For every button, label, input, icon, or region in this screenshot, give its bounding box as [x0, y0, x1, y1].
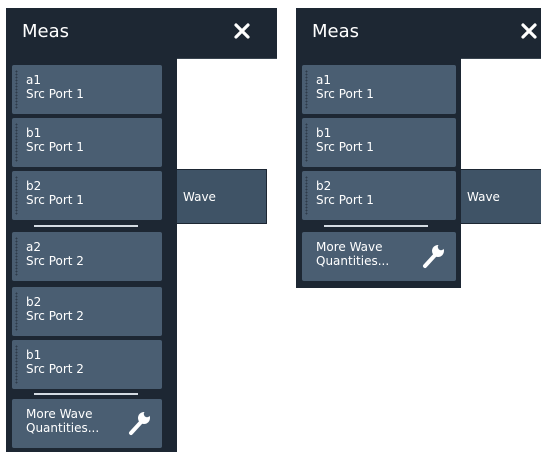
wave-label: Wave: [183, 190, 216, 204]
more-label-line2: Quantities...: [316, 254, 390, 268]
more-wave-quantities-button[interactable]: More Wave Quantities...: [302, 232, 456, 281]
item-source: Src Port 2: [26, 254, 84, 268]
wave-submenu-tab-right[interactable]: Wave: [460, 169, 541, 224]
grip-handle: [15, 345, 18, 384]
meas-item-b1-port2[interactable]: b1 Src Port 2: [12, 340, 162, 389]
meas-item-b1-port1[interactable]: b1 Src Port 1: [12, 118, 162, 167]
item-source: Src Port 1: [316, 87, 374, 101]
more-label-line1: More Wave: [316, 240, 383, 254]
item-source: Src Port 2: [26, 362, 84, 376]
wrench-icon: [129, 410, 151, 435]
separator: [34, 393, 138, 395]
item-quantity: b1: [26, 348, 42, 362]
grip-handle: [15, 292, 18, 331]
meas-panel-left: Meas: [6, 8, 277, 59]
wave-label: Wave: [467, 190, 500, 204]
meas-item-a2-port2[interactable]: a2 Src Port 2: [12, 232, 162, 281]
grip-handle: [15, 70, 18, 109]
meas-item-a1-port1[interactable]: a1 Src Port 1: [302, 65, 456, 114]
grip-handle: [15, 176, 18, 215]
meas-column-left: a1 Src Port 1 b1 Src Port 1 b2 Src Port …: [6, 58, 177, 452]
panel-title: Meas: [312, 21, 360, 42]
more-label-line2: Quantities...: [26, 421, 100, 435]
meas-column-right: a1 Src Port 1 b1 Src Port 1 b2 Src Port …: [296, 58, 461, 288]
item-quantity: b2: [26, 295, 42, 309]
item-source: Src Port 1: [26, 140, 84, 154]
item-source: Src Port 1: [316, 140, 374, 154]
panel-title: Meas: [22, 21, 70, 42]
meas-item-b1-port1[interactable]: b1 Src Port 1: [302, 118, 456, 167]
wave-submenu-tab-left[interactable]: Wave: [176, 169, 267, 224]
item-quantity: b1: [316, 126, 332, 140]
grip-handle: [15, 123, 18, 162]
item-source: Src Port 1: [26, 87, 84, 101]
close-icon[interactable]: [232, 21, 252, 41]
item-source: Src Port 1: [26, 193, 84, 207]
separator: [34, 225, 138, 227]
item-quantity: b2: [26, 179, 42, 193]
item-quantity: a2: [26, 240, 41, 254]
wrench-icon: [423, 243, 445, 268]
separator: [324, 225, 428, 227]
meas-item-b2-port1[interactable]: b2 Src Port 1: [12, 171, 162, 220]
meas-item-a1-port1[interactable]: a1 Src Port 1: [12, 65, 162, 114]
grip-handle: [305, 176, 308, 215]
panel-header: Meas: [296, 8, 541, 59]
panel-header: Meas: [6, 8, 277, 59]
item-quantity: a1: [316, 73, 331, 87]
grip-handle: [15, 237, 18, 276]
item-source: Src Port 1: [316, 193, 374, 207]
grip-handle: [305, 123, 308, 162]
item-quantity: a1: [26, 73, 41, 87]
more-wave-quantities-button[interactable]: More Wave Quantities...: [12, 399, 162, 448]
item-source: Src Port 2: [26, 309, 84, 323]
item-quantity: b1: [26, 126, 42, 140]
meas-item-b2-port2[interactable]: b2 Src Port 2: [12, 287, 162, 336]
meas-panel-right: Meas: [296, 8, 541, 59]
close-icon[interactable]: [519, 21, 539, 41]
item-quantity: b2: [316, 179, 332, 193]
meas-item-b2-port1[interactable]: b2 Src Port 1: [302, 171, 456, 220]
grip-handle: [305, 70, 308, 109]
more-label-line1: More Wave: [26, 407, 93, 421]
